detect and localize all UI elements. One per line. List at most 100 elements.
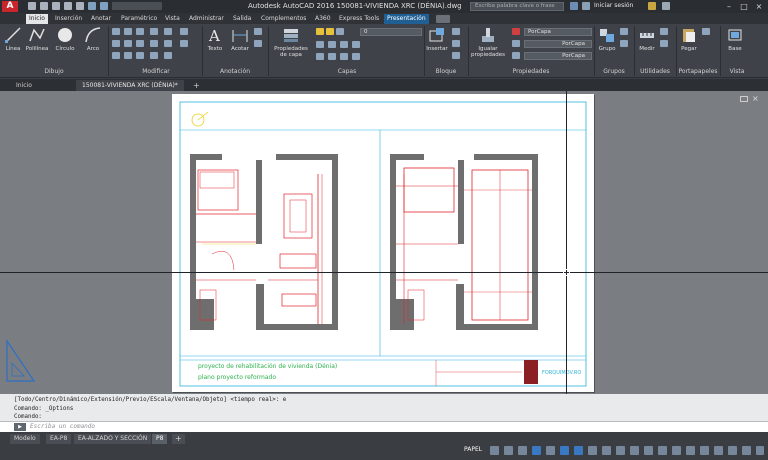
layout-tab-ea-alzado-seccion[interactable]: EA-ALZADO Y SECCIÓN [74,434,152,444]
tab-vista[interactable]: Vista [162,14,183,24]
lock-ui-icon[interactable] [700,446,709,455]
isodraft-icon[interactable] [546,446,555,455]
acotar-button[interactable]: Acotar [228,26,252,52]
linea-button[interactable]: Línea [2,26,24,52]
calculator-icon[interactable] [660,40,668,47]
polar-icon[interactable] [532,446,541,455]
linetype-combo[interactable]: PorCapa [524,52,592,60]
erase-icon[interactable] [150,28,158,35]
signin-button[interactable]: Iniciar sesión [594,2,633,9]
snap-icon[interactable] [504,446,513,455]
save-icon[interactable] [52,2,60,10]
layer-tool-6-icon[interactable] [328,53,336,60]
layer-combo[interactable]: 0 [360,28,422,36]
create-block-icon[interactable] [452,28,460,35]
panel-anotacion-label[interactable]: Anotación [204,67,266,77]
layer-tool-2-icon[interactable] [328,41,336,48]
panel-utilidades-label[interactable]: Utilidades [636,67,674,77]
redo-icon[interactable] [100,2,108,10]
grupo-button[interactable]: Grupo [596,26,618,52]
offset-icon[interactable] [164,40,172,47]
color-combo[interactable]: PorCapa [524,28,592,36]
polilinea-button[interactable]: Polilínea [24,26,50,52]
ribbon-toggle-icon[interactable] [436,15,450,23]
layout-tab-modelo[interactable]: Modelo [10,434,40,444]
viewport-restore-icon[interactable] [740,96,748,102]
annotation-scale-icon[interactable] [630,446,639,455]
lengthen-icon[interactable] [180,28,188,35]
circulo-button[interactable]: Círculo [52,26,78,52]
join-icon[interactable] [150,52,158,59]
search-input[interactable]: Escriba palabra clave o frase [470,2,564,11]
x-prompt-icon[interactable]: ▶ [14,423,26,431]
quick-properties-icon[interactable] [686,446,695,455]
selection-cycling-icon[interactable] [616,446,625,455]
layer-tool-8-icon[interactable] [352,53,360,60]
panel-grupos-label[interactable]: Grupos [596,67,632,77]
doc-tab-drawing[interactable]: 150081-VIVIENDA XRC (DÉNIA)* [76,80,184,91]
break-icon[interactable] [164,52,172,59]
panel-vista-label[interactable]: Vista [722,67,752,77]
units-icon[interactable] [672,446,681,455]
arco-button[interactable]: Arco [80,26,106,52]
array-icon[interactable] [136,52,144,59]
new-file-icon[interactable] [28,2,36,10]
tab-insercion[interactable]: Inserción [52,14,85,24]
layer-tool-7-icon[interactable] [340,53,348,60]
space-toggle[interactable]: PAPEL [464,445,482,455]
command-line[interactable]: ▶ Escriba un comando [0,421,768,432]
command-input[interactable]: Escriba un comando [30,423,95,430]
rotate-icon[interactable] [124,28,132,35]
grid-icon[interactable] [490,446,499,455]
copy-icon[interactable] [112,40,120,47]
tab-anotar[interactable]: Anotar [88,14,114,24]
save-as-icon[interactable] [64,2,72,10]
tab-presentacion[interactable]: Presentación [384,14,429,24]
close-button[interactable]: × [752,1,766,12]
open-file-icon[interactable] [40,2,48,10]
texto-button[interactable]: A Texto [204,26,226,52]
minimize-button[interactable]: – [722,1,736,12]
customization-menu-icon[interactable] [756,446,764,455]
move-icon[interactable] [112,28,120,35]
viewport-close-icon[interactable]: × [752,94,759,103]
mirror-icon[interactable] [124,40,132,47]
chamfer-icon[interactable] [180,40,188,47]
ungroup-icon[interactable] [620,28,628,35]
application-menu-button[interactable]: A [2,1,18,12]
pegar-button[interactable]: Pegar [678,26,700,52]
osnap-tracking-icon[interactable] [560,446,569,455]
osnap-icon[interactable] [574,446,583,455]
stretch-icon[interactable] [150,40,158,47]
workspace-combo[interactable] [112,2,162,10]
tab-salida[interactable]: Salida [230,14,254,24]
layer-tool-3-icon[interactable] [340,41,348,48]
lineweight-toggle-icon[interactable] [588,446,597,455]
new-tab-plus-icon[interactable]: + [190,80,203,91]
attributes-icon[interactable] [452,52,460,59]
layout-tab-ea-p8[interactable]: EA-P8 [46,434,72,444]
explode-icon[interactable] [164,28,172,35]
workspace-gear-icon[interactable] [644,446,653,455]
igualar-propiedades-button[interactable]: Igualar propiedades [470,26,506,58]
insertar-button[interactable]: Insertar [426,26,448,52]
tab-express-tools[interactable]: Express Tools [336,14,382,24]
transparency-icon[interactable] [602,446,611,455]
help-icon[interactable] [662,2,670,10]
copy-clip-icon[interactable] [702,28,710,35]
edit-block-icon[interactable] [452,40,460,47]
base-button[interactable]: Base [724,26,746,52]
drawing-canvas[interactable]: proyecto de rehabilitación de vivienda (… [0,91,768,394]
scale-icon[interactable] [124,52,132,59]
print-icon[interactable] [76,2,84,10]
tab-inicio[interactable]: Inicio [26,14,48,24]
hardware-acceleration-icon[interactable] [728,446,737,455]
tab-complementos[interactable]: Complementos [258,14,309,24]
panel-modificar-label[interactable]: Modificar [110,67,202,77]
trim-icon[interactable] [136,28,144,35]
undo-icon[interactable] [88,2,96,10]
panel-dibujo-label[interactable]: Dibujo [2,67,106,77]
layout-tab-p8[interactable]: P8 [152,434,168,444]
layer-tool-5-icon[interactable] [316,53,324,60]
quick-select-icon[interactable] [660,28,668,35]
